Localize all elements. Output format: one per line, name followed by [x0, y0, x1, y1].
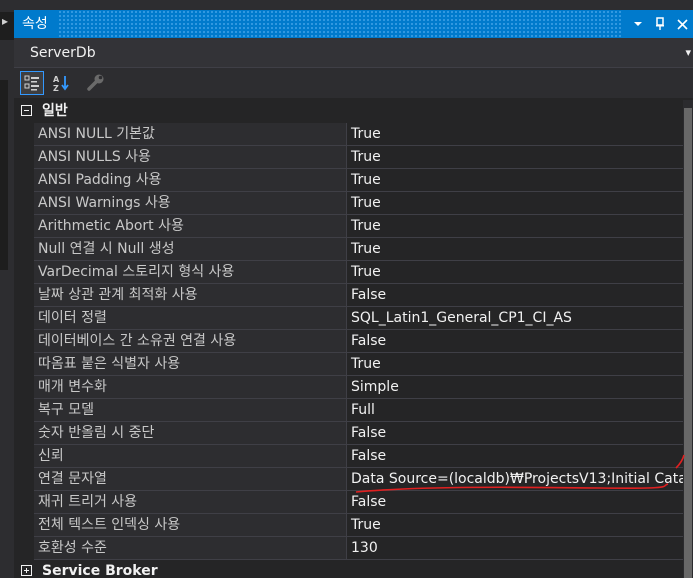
property-row[interactable]: ANSI Warnings 사용 True [14, 192, 693, 215]
titlebar-buttons [623, 10, 693, 38]
property-row[interactable]: Null 연결 시 Null 생성 True [14, 238, 693, 261]
property-row[interactable]: 복구 모델 Full [14, 399, 693, 422]
category-label: 일반 [42, 103, 68, 119]
property-value[interactable]: True [346, 146, 684, 169]
properties-panel: 속성 ServerDb ▾ A Z 일반 ANSI NULL 기본값 True … [14, 10, 693, 578]
property-row[interactable]: 재귀 트리거 사용 False [14, 491, 693, 514]
property-name: 매개 변수화 [34, 376, 349, 399]
panel-titlebar[interactable]: 속성 [14, 10, 693, 38]
svg-text:A: A [53, 75, 60, 84]
property-value[interactable]: 130 [346, 537, 684, 560]
close-icon [676, 18, 688, 30]
property-row[interactable]: 신뢰 False [14, 445, 693, 468]
property-name: 신뢰 [34, 445, 349, 468]
property-row-connection-string[interactable]: 연결 문자열 Data Source=(localdb)₩ProjectsV13;… [14, 468, 693, 491]
property-name: 연결 문자열 [34, 468, 349, 491]
property-name: ANSI NULL 기본값 [34, 123, 349, 146]
property-value[interactable]: True [346, 238, 684, 261]
property-value[interactable]: False [346, 330, 684, 353]
property-name: Arithmetic Abort 사용 [34, 215, 349, 238]
property-value[interactable]: True [346, 353, 684, 376]
property-name: 따옴표 붙은 식별자 사용 [34, 353, 349, 376]
property-row[interactable]: VarDecimal 스토리지 형식 사용 True [14, 261, 693, 284]
property-row[interactable]: 날짜 상관 관계 최적화 사용 False [14, 284, 693, 307]
property-name: 재귀 트리거 사용 [34, 491, 349, 514]
close-button[interactable] [671, 10, 693, 38]
categorized-icon [24, 75, 39, 91]
connection-string-value[interactable]: Data Source=(localdb)₩ProjectsV13;Initia… [346, 468, 684, 491]
property-row[interactable]: ANSI NULL 기본값 True [14, 123, 693, 146]
panel-title: 속성 [14, 10, 58, 38]
property-name: 데이터베이스 간 소유권 연결 사용 [34, 330, 349, 353]
property-value[interactable]: True [346, 514, 684, 537]
property-row[interactable]: ANSI NULLS 사용 True [14, 146, 693, 169]
property-name: VarDecimal 스토리지 형식 사용 [34, 261, 349, 284]
category-label: Service Broker [42, 563, 158, 578]
property-value[interactable]: False [346, 445, 684, 468]
wrench-icon [87, 74, 104, 91]
pin-icon [656, 17, 664, 30]
property-value[interactable]: False [346, 491, 684, 514]
background-window-edge: ▸ [0, 0, 14, 578]
property-row[interactable]: Arithmetic Abort 사용 True [14, 215, 693, 238]
property-value[interactable]: False [346, 422, 684, 445]
property-name: 복구 모델 [34, 399, 349, 422]
property-row[interactable]: 데이터 정렬 SQL_Latin1_General_CP1_CI_AS [14, 307, 693, 330]
property-value[interactable]: Full [346, 399, 684, 422]
property-value[interactable]: False [346, 284, 684, 307]
property-name: ANSI NULLS 사용 [34, 146, 349, 169]
chevron-down-icon: ▾ [685, 46, 691, 59]
alphabetical-button[interactable]: A Z [50, 71, 74, 95]
vertical-scrollbar[interactable] [683, 100, 693, 578]
property-name: 전체 텍스트 인덱싱 사용 [34, 514, 349, 537]
category-service-broker[interactable]: Service Broker [14, 560, 693, 578]
property-name: ANSI Padding 사용 [34, 169, 349, 192]
categorized-button[interactable] [20, 71, 44, 95]
property-value[interactable]: True [346, 261, 684, 284]
property-name: 데이터 정렬 [34, 307, 349, 330]
property-row[interactable]: 전체 텍스트 인덱싱 사용 True [14, 514, 693, 537]
property-grid: 일반 ANSI NULL 기본값 True ANSI NULLS 사용 True A… [14, 100, 693, 578]
category-general[interactable]: 일반 [14, 100, 693, 123]
property-row[interactable]: 데이터베이스 간 소유권 연결 사용 False [14, 330, 693, 353]
property-value[interactable]: True [346, 123, 684, 146]
expand-icon[interactable] [21, 565, 32, 576]
collapse-icon[interactable] [21, 105, 32, 116]
property-name: 호환성 수준 [34, 537, 349, 560]
pin-button[interactable] [649, 10, 671, 38]
window-menu-button[interactable] [627, 10, 649, 38]
scrollbar-thumb[interactable] [684, 108, 692, 578]
property-row[interactable]: ANSI Padding 사용 True [14, 169, 693, 192]
alphabetical-icon: A Z [53, 75, 69, 92]
property-value[interactable]: Simple [346, 376, 684, 399]
properties-toolbar: A Z [14, 68, 693, 98]
property-name: 숫자 반올림 시 중단 [34, 422, 349, 445]
background-tab-icon: ▸ [2, 14, 9, 28]
property-value[interactable]: True [346, 169, 684, 192]
property-value[interactable]: SQL_Latin1_General_CP1_CI_AS [346, 307, 684, 330]
object-selector[interactable]: ServerDb ▾ [14, 38, 693, 68]
property-value[interactable]: True [346, 215, 684, 238]
background-editor [0, 80, 8, 270]
svg-text:Z: Z [53, 84, 59, 92]
dropdown-icon [634, 22, 642, 26]
property-pages-button[interactable] [84, 71, 108, 95]
property-name: ANSI Warnings 사용 [34, 192, 349, 215]
property-value[interactable]: True [346, 192, 684, 215]
property-name: 날짜 상관 관계 최적화 사용 [34, 284, 349, 307]
property-row[interactable]: 숫자 반올림 시 중단 False [14, 422, 693, 445]
property-row[interactable]: 매개 변수화 Simple [14, 376, 693, 399]
property-row[interactable]: 따옴표 붙은 식별자 사용 True [14, 353, 693, 376]
property-name: Null 연결 시 Null 생성 [34, 238, 349, 261]
object-selector-value: ServerDb [30, 45, 96, 61]
property-row[interactable]: 호환성 수준 130 [14, 537, 693, 560]
